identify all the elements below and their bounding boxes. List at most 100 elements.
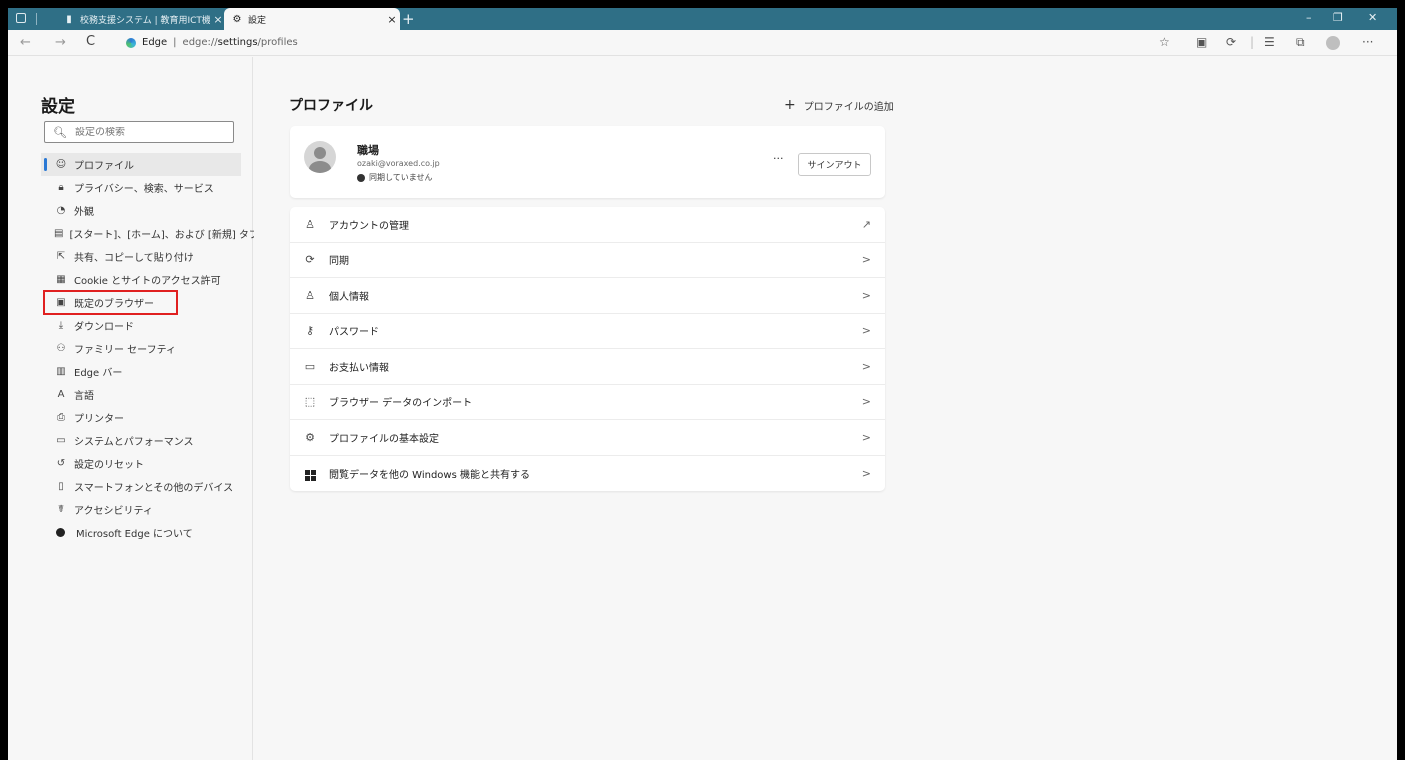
sidebar-item-about-edge[interactable]: Microsoft Edge について	[41, 521, 241, 544]
sidebar-item-default-browser[interactable]: ▣ 既定のブラウザー	[43, 290, 178, 315]
sidebar-item-appearance[interactable]: ◔ 外観	[41, 199, 241, 222]
search-icon: 🔍︎	[53, 125, 67, 139]
sidebar-item-privacy[interactable]: 🔒︎ プライバシー、検索、サービス	[41, 176, 241, 199]
account-icon: ♙	[305, 217, 315, 231]
add-profile-button[interactable]: + プロファイルの追加	[784, 97, 894, 113]
search-input[interactable]	[74, 126, 225, 138]
row-import-browser-data[interactable]: ⬚ ブラウザー データのインポート >	[290, 385, 885, 420]
sidebar-item-profiles[interactable]: ☺ プロファイル	[41, 153, 241, 176]
sidebar-item-label: 言語	[74, 391, 94, 402]
row-label: 個人情報	[329, 291, 369, 303]
accessibility-icon: ☤	[57, 504, 65, 515]
url-field[interactable]: Edge | edge://settings/profiles	[126, 37, 298, 48]
row-label: ブラウザー データのインポート	[329, 398, 473, 410]
add-profile-label: プロファイルの追加	[803, 101, 894, 113]
edge-bar-icon: ▥	[56, 366, 66, 377]
sidebar-item-label: プロファイル	[74, 161, 134, 172]
profile-icon: ☺	[55, 159, 67, 170]
row-label: プロファイルの基本設定	[329, 433, 439, 445]
sync-status-text: 同期していません	[369, 173, 433, 182]
new-tab-button[interactable]: +	[402, 10, 415, 28]
minimize-button[interactable]: –	[1306, 11, 1312, 24]
tab-settings[interactable]: ⚙ 設定 ×	[224, 8, 400, 30]
restore-button[interactable]: ❐	[1333, 11, 1343, 24]
tab-school-system[interactable]: ▮ 校務支援システム | 教育用ICT機器 ×	[56, 8, 226, 30]
sidebar-item-label: [スタート]、[ホーム]、および [新規] タブ	[69, 230, 259, 241]
profile-more-button[interactable]: ···	[773, 152, 784, 165]
sync-status: 同期していません	[357, 172, 433, 183]
sign-out-button[interactable]: サインアウト	[798, 153, 871, 176]
sidebar-item-label: 共有、コピーして貼り付け	[74, 253, 194, 264]
chevron-right-icon: >	[861, 395, 871, 409]
sidebar-item-share-copy-paste[interactable]: ⇱ 共有、コピーして貼り付け	[41, 245, 241, 268]
windows-icon	[303, 465, 317, 482]
browser-window: ▮ 校務支援システム | 教育用ICT機器 × ⚙ 設定 × + – ❐ ✕ ←…	[8, 8, 1397, 760]
sidebar-item-downloads[interactable]: ⤓ ダウンロード	[41, 314, 241, 337]
sidebar-item-accessibility[interactable]: ☤ アクセシビリティ	[41, 498, 241, 521]
profile-settings-list: ♙ アカウントの管理 ↗ ⟳ 同期 > ♙ 個人情報 > ⚷ パスワード > ▭	[290, 207, 885, 491]
chevron-right-icon: >	[861, 430, 871, 444]
tab-title: 設定	[248, 15, 267, 26]
row-label: お支払い情報	[329, 362, 389, 374]
close-window-button[interactable]: ✕	[1368, 11, 1377, 24]
forward-button[interactable]: →	[55, 35, 66, 50]
tab-actions-icon[interactable]	[16, 13, 26, 23]
sidebar-item-label: 既定のブラウザー	[74, 299, 154, 310]
settings-search-box[interactable]: 🔍︎	[44, 121, 234, 143]
lock-icon: 🔒︎	[58, 182, 64, 193]
refresh-button[interactable]: C	[86, 34, 95, 49]
row-payment-info[interactable]: ▭ お支払い情報 >	[290, 349, 885, 385]
sidebar-item-label: Cookie とサイトのアクセス許可	[74, 276, 221, 287]
favorite-star-icon[interactable]: ☆	[1159, 35, 1170, 49]
settings-nav: ☺ プロファイル 🔒︎ プライバシー、検索、サービス ◔ 外観 ▤ [スタート]…	[41, 153, 259, 544]
row-share-with-windows[interactable]: 閲覧データを他の Windows 機能と共有する >	[290, 456, 885, 492]
sidebar-item-cookies[interactable]: ▦ Cookie とサイトのアクセス許可	[41, 268, 241, 291]
collections-icon[interactable]: ⧉	[1296, 35, 1305, 50]
chevron-right-icon: >	[861, 324, 871, 338]
phone-icon: ▯	[58, 481, 64, 492]
page-title: プロファイル	[289, 98, 373, 114]
edge-logo-icon	[56, 528, 65, 537]
sidebar-item-start-home[interactable]: ▤ [スタート]、[ホーム]、および [新規] タブ	[41, 222, 259, 245]
favorites-icon[interactable]: ☰	[1264, 35, 1275, 49]
import-icon: ⬚	[304, 395, 316, 409]
download-icon: ⤓	[58, 320, 64, 331]
url-text: edge://settings/profiles	[182, 37, 298, 48]
row-sync[interactable]: ⟳ 同期 >	[290, 243, 885, 278]
sidebar-item-label: ファミリー セーフティ	[74, 345, 176, 356]
sidebar-item-label: スマートフォンとその他のデバイス	[74, 483, 234, 494]
sidebar-item-languages[interactable]: A 言語	[41, 383, 241, 406]
row-passwords[interactable]: ⚷ パスワード >	[290, 314, 885, 349]
puzzle-icon[interactable]: ⟳	[1226, 35, 1236, 49]
title-bar: ▮ 校務支援システム | 教育用ICT機器 × ⚙ 設定 × + – ❐ ✕	[8, 8, 1397, 30]
profile-card: 職場 ozaki@voraxed.co.jp 同期していません ··· サインア…	[290, 126, 885, 198]
sidebar-item-family-safety[interactable]: ⚇ ファミリー セーフティ	[41, 337, 241, 360]
profile-avatar-icon[interactable]	[1326, 36, 1340, 50]
more-button[interactable]: ···	[1362, 35, 1373, 49]
share-icon: ⇱	[56, 251, 66, 262]
extension-icon[interactable]: ▣	[1196, 35, 1207, 49]
sidebar-item-label: 外観	[74, 207, 94, 218]
gear-icon: ⚙	[232, 13, 242, 25]
row-personal-info[interactable]: ♙ 個人情報 >	[290, 278, 885, 314]
language-icon: A	[57, 389, 65, 400]
address-bar: ← → C Edge | edge://settings/profiles ☆ …	[8, 30, 1397, 56]
sidebar-item-phone-devices[interactable]: ▯ スマートフォンとその他のデバイス	[41, 475, 241, 498]
sidebar-item-system[interactable]: ▭ システムとパフォーマンス	[41, 429, 241, 452]
sidebar-item-printers[interactable]: ⎙ プリンター	[41, 406, 241, 429]
sidebar-item-label: システムとパフォーマンス	[74, 437, 194, 448]
back-button[interactable]: ←	[20, 35, 31, 50]
family-icon: ⚇	[56, 343, 66, 354]
tab-title: 校務支援システム | 教育用ICT機器	[80, 15, 210, 26]
url-separator: |	[173, 37, 177, 48]
sidebar-item-edge-bar[interactable]: ▥ Edge バー	[41, 360, 241, 383]
sidebar-item-label: プリンター	[74, 414, 124, 425]
key-icon: ⚷	[305, 324, 315, 338]
settings-title: 設定	[41, 97, 75, 117]
sidebar-item-reset[interactable]: ↺ 設定のリセット	[41, 452, 241, 475]
close-tab-icon[interactable]: ×	[384, 13, 400, 26]
sidebar-item-label: 設定のリセット	[74, 460, 144, 471]
sidebar-item-label: ダウンロード	[74, 322, 134, 333]
row-profile-preferences[interactable]: ⚙ プロファイルの基本設定 >	[290, 420, 885, 456]
row-manage-account[interactable]: ♙ アカウントの管理 ↗	[290, 207, 885, 243]
